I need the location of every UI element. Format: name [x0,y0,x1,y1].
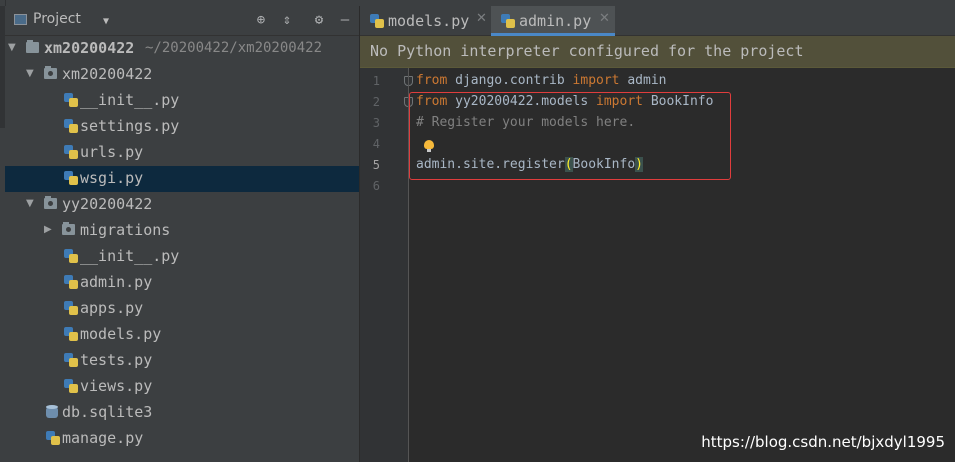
tree-node-label: wsgi.py [80,169,144,187]
tree-node-file[interactable]: apps.py [5,296,359,322]
tree-node-label: admin.py [80,273,153,291]
tree-node-label: apps.py [80,299,144,317]
tab-models-py[interactable]: models.py ✕ [360,6,490,35]
tree-node-label: migrations [80,221,171,239]
line-number: 6 [372,179,380,193]
interpreter-warning-banner[interactable]: No Python interpreter configured for the… [360,36,955,68]
python-file-icon [64,379,78,393]
tree-node-file[interactable]: db.sqlite3 [5,400,359,426]
tree-node-label: urls.py [80,143,144,161]
collapsed-arrow-icon[interactable]: ▶ [44,224,54,235]
locate-icon[interactable]: ⊕ [253,12,269,28]
tree-node-label: __init__.py [80,247,180,265]
watermark: https://blog.csdn.net/bjxdyl1995 [701,433,945,451]
code-line-1[interactable]: from django.contrib import admin [416,73,666,94]
expanded-arrow-icon[interactable]: ▼ [26,198,36,209]
python-file-icon [370,14,384,28]
expanded-arrow-icon[interactable]: ▼ [26,68,36,79]
project-view-selector[interactable]: Project [33,11,81,27]
tree-node-file[interactable]: manage.py [5,426,359,452]
banner-text: No Python interpreter configured for the… [370,42,804,60]
dropdown-caret-icon[interactable]: ▼ [103,16,109,27]
tree-node-file[interactable]: settings.py [5,114,359,140]
line-number: 1 [372,74,380,88]
tab-admin-py[interactable]: admin.py ✕ [491,6,615,36]
close-icon[interactable]: ✕ [599,11,610,26]
tree-node-file[interactable]: __init__.py [5,88,359,114]
tree-node-file[interactable]: admin.py [5,270,359,296]
expanded-arrow-icon[interactable]: ▼ [8,42,18,53]
close-icon[interactable]: ✕ [476,11,487,26]
tree-node-file[interactable]: __init__.py [5,244,359,270]
tree-node-label: yy20200422 [62,195,153,213]
tree-node-label: views.py [80,377,153,395]
line-number: 2 [372,95,380,109]
database-icon [46,405,59,420]
package-folder-icon [44,196,57,209]
gear-icon[interactable]: ⚙ [311,12,327,28]
editor-tab-bar: models.py ✕ admin.py ✕ [360,6,955,36]
tree-node-label: xm20200422 [62,65,153,83]
tree-node-label: settings.py [80,117,180,135]
python-file-icon [64,353,78,367]
python-file-icon [64,119,78,133]
tree-node-label: __init__.py [80,91,180,109]
tree-node-label: db.sqlite3 [62,403,153,421]
project-view-icon [14,14,27,25]
tree-node-package[interactable]: ▼ yy20200422 [5,192,359,218]
python-file-icon [64,327,78,341]
tree-node-file[interactable]: urls.py [5,140,359,166]
tree-node-root[interactable]: ▼ xm20200422 ~/20200422/xm20200422 [5,36,359,62]
python-file-icon [501,14,515,28]
python-file-icon [46,431,60,445]
highlight-annotation-box [409,92,731,180]
line-number: 3 [372,116,380,130]
tab-label: admin.py [519,12,592,30]
keyword: import [572,73,620,88]
tree-node-label: tests.py [80,351,153,369]
hide-panel-icon[interactable]: — [337,12,353,28]
tab-label: models.py [388,12,470,30]
project-panel: Project ▼ ⊕ ⇕ ⚙ — ▼ xm20200422 ~/2020042… [5,6,360,462]
python-file-icon [64,301,78,315]
folder-icon [26,40,39,53]
package-folder-icon [44,66,57,79]
keyword: from [416,73,448,88]
project-toolbar: Project ▼ ⊕ ⇕ ⚙ — [5,6,359,36]
tree-node-label: xm20200422 [44,39,135,57]
line-number: 4 [372,137,380,151]
line-number: 5 [372,158,380,172]
python-file-icon [64,145,78,159]
tree-node-path: ~/20200422/xm20200422 [145,40,323,56]
tree-node-package[interactable]: ▶ migrations [5,218,359,244]
python-file-icon [64,171,78,185]
collapse-all-icon[interactable]: ⇕ [279,12,295,28]
python-file-icon [64,249,78,263]
python-file-icon [64,93,78,107]
tree-node-file[interactable]: models.py [5,322,359,348]
tree-node-file[interactable]: views.py [5,374,359,400]
python-file-icon [64,275,78,289]
tree-node-package[interactable]: ▼ xm20200422 [5,62,359,88]
package-folder-icon [62,222,75,235]
code-text: django.contrib [447,73,573,88]
line-number-gutter: 1 2 3 4 5 6 [360,68,413,462]
code-text: admin [619,73,667,88]
tree-node-label: manage.py [62,429,144,447]
tree-node-label: models.py [80,325,162,343]
tree-node-file[interactable]: tests.py [5,348,359,374]
tree-node-file-selected[interactable]: wsgi.py [5,166,359,192]
